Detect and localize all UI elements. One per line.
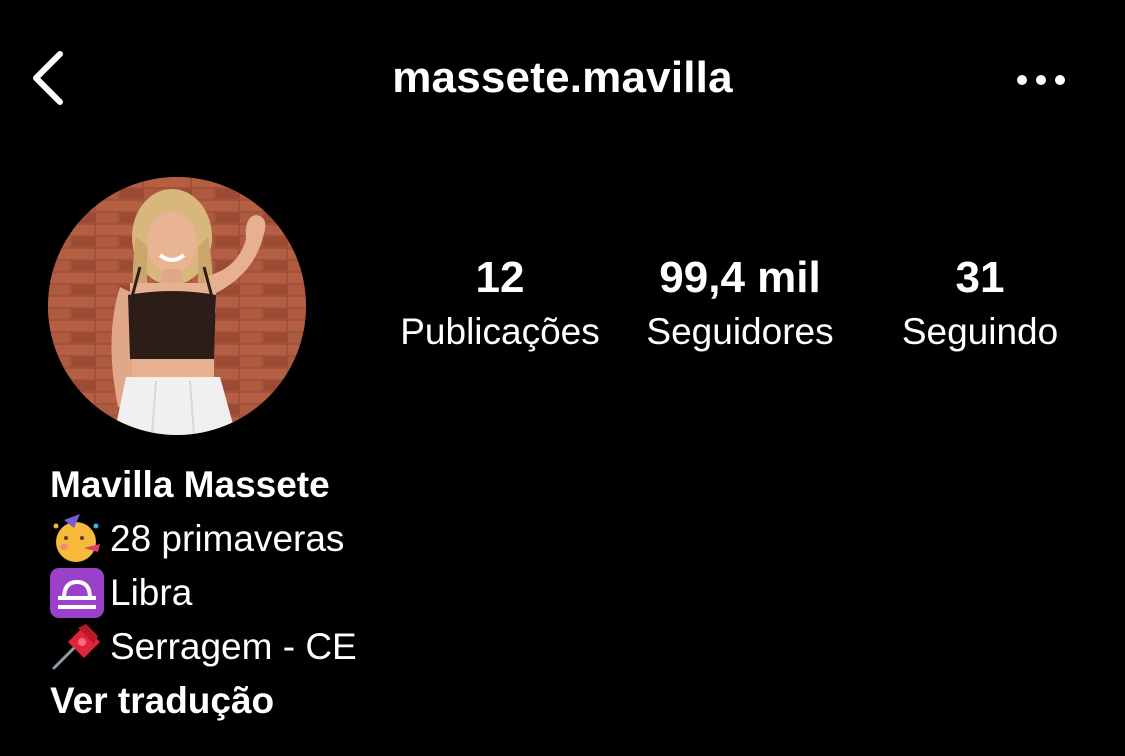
profile-username: massete.mavilla (392, 53, 733, 102)
bio-line-location-text: Serragem - CE (110, 626, 357, 667)
pushpin-emoji-icon (50, 622, 106, 672)
bio-line-age-text: 28 primaveras (110, 518, 345, 559)
following-count[interactable]: 31 Seguindo (880, 250, 1080, 358)
posts-count[interactable]: 12 Publicações (390, 250, 610, 358)
avatar-photo (48, 177, 306, 435)
profile-bio: Mavilla Massete 28 primaveras Libra Serr… (50, 458, 750, 728)
posts-count-label: Publicações (400, 311, 600, 352)
profile-full-name: Mavilla Massete (50, 464, 330, 505)
bio-line-age: 28 primaveras (50, 512, 750, 566)
bio-line-sign-text: Libra (110, 572, 193, 613)
followers-count-label: Seguidores (646, 311, 834, 352)
libra-sign-emoji-icon (50, 568, 106, 618)
bio-line-sign: Libra (50, 566, 750, 620)
posts-count-value: 12 (475, 253, 525, 302)
bio-line-location: Serragem - CE (50, 620, 750, 674)
party-face-emoji-icon (50, 514, 106, 564)
following-count-label: Seguindo (901, 311, 1059, 352)
followers-count[interactable]: 99,4 mil Seguidores (625, 250, 855, 358)
more-options-button[interactable] (1010, 60, 1072, 100)
profile-avatar[interactable] (48, 177, 306, 435)
see-translation-link[interactable]: Ver tradução (50, 674, 750, 728)
profile-header: massete.mavilla (0, 0, 1125, 160)
followers-count-value: 99,4 mil (659, 253, 821, 302)
more-horizontal-icon (1017, 75, 1065, 85)
following-count-value: 31 (955, 253, 1005, 302)
